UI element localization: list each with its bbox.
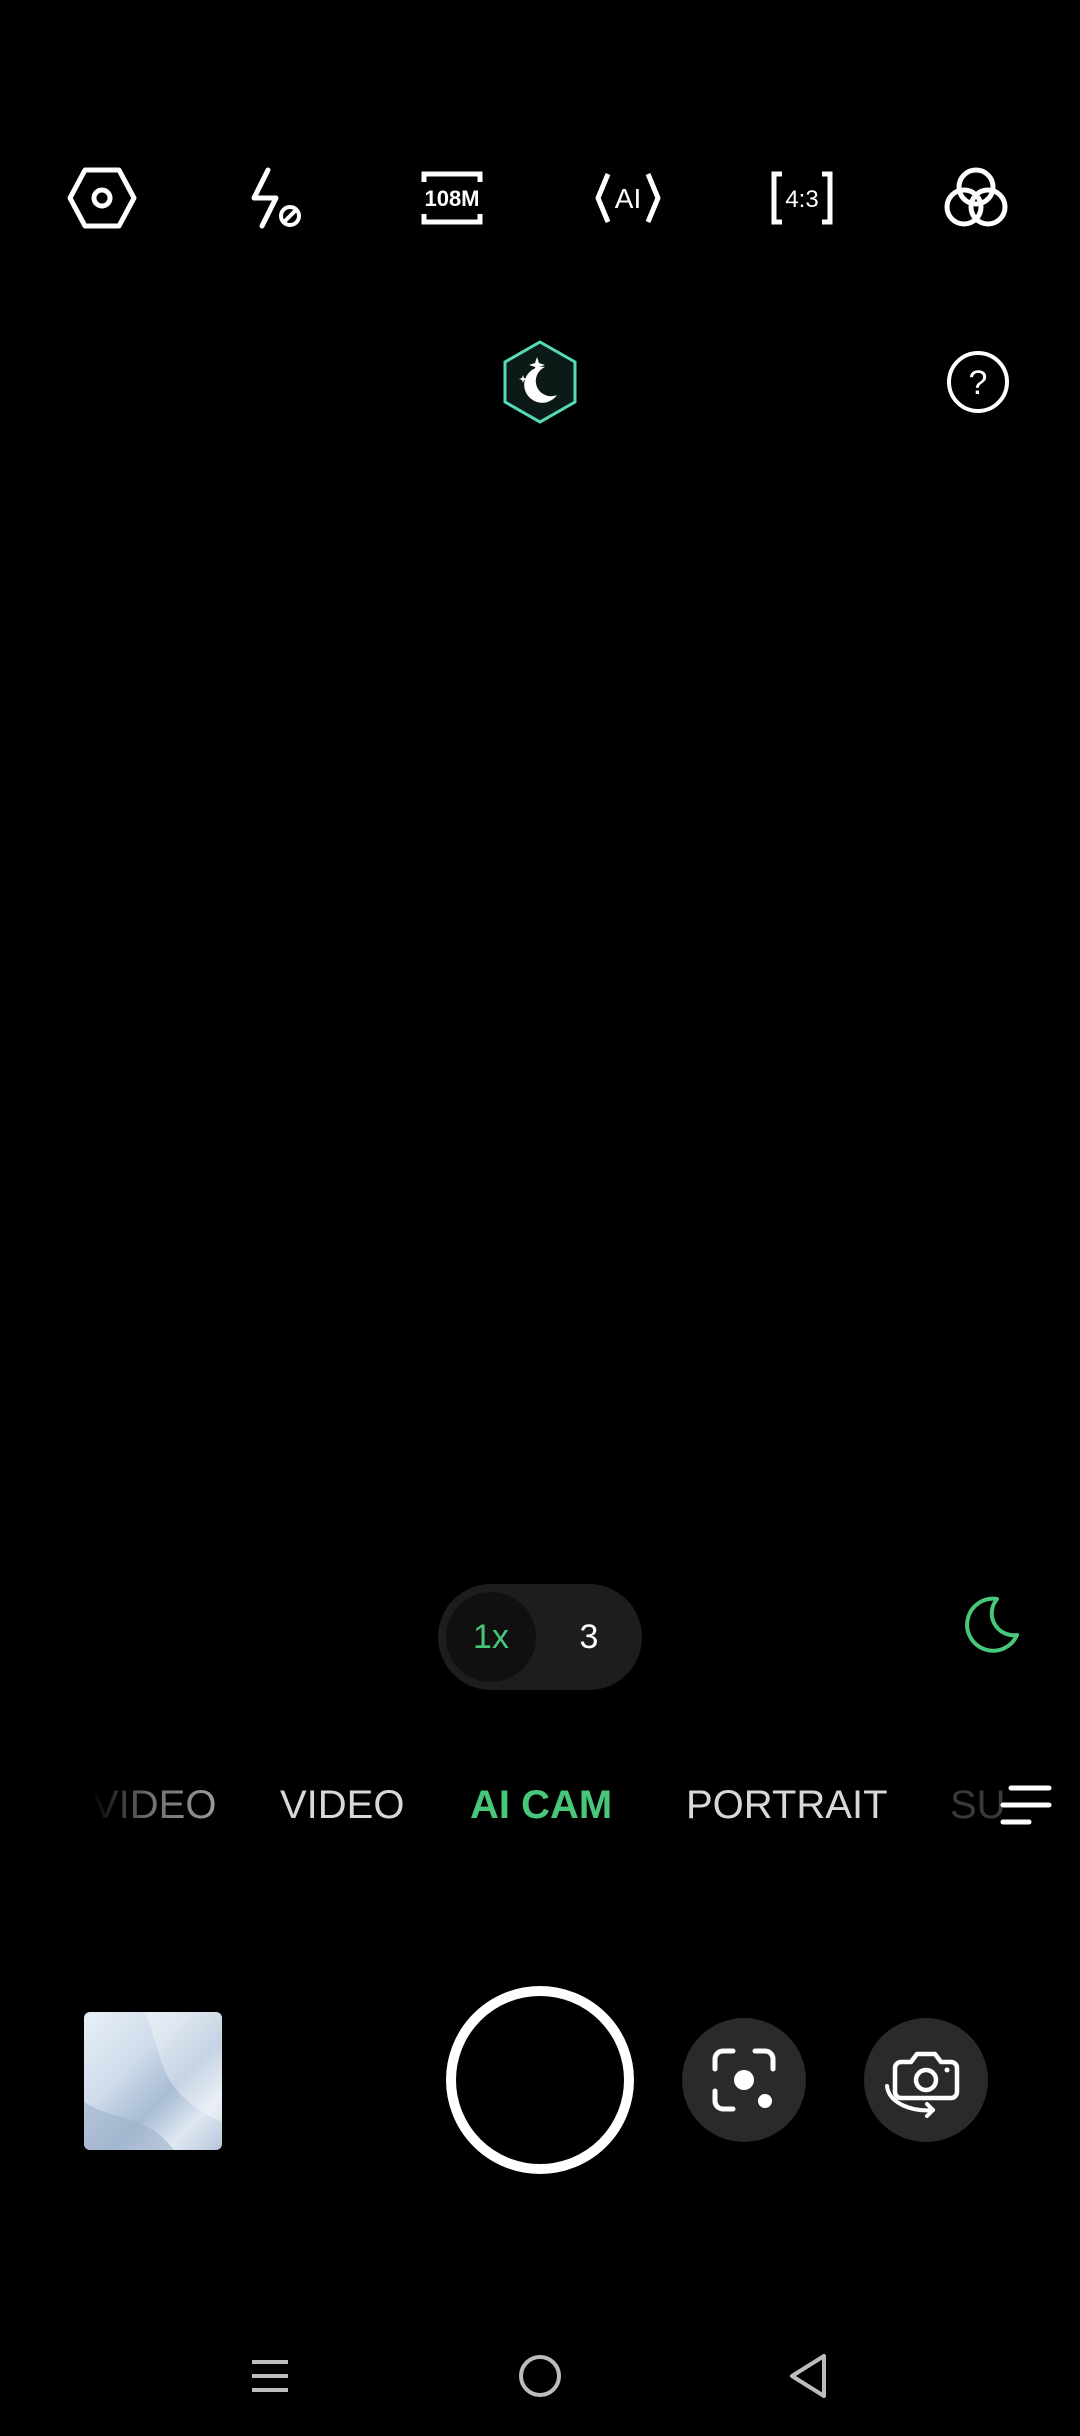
aspect-ratio-label: 4:3 [785,186,818,213]
shutter-button[interactable] [446,1986,634,2174]
ai-scene-button[interactable]: AI [588,158,668,238]
zoom-option-3x[interactable]: 3 [544,1592,634,1682]
resolution-label: 108M [424,186,479,211]
mode-ai-cam[interactable]: AI CAM [470,1770,612,1840]
ai-scene-icon: AI [595,173,661,223]
settings-hexagon-icon [67,167,137,229]
help-button[interactable]: ? [938,342,1018,422]
mode-video-slowmo[interactable]: VIDEO [92,1770,216,1840]
zoom-option-1x[interactable]: 1x [446,1592,536,1682]
zoom-option-label: 3 [579,1617,599,1656]
moon-icon [965,1596,1019,1653]
filters-icon [944,167,1008,227]
flash-off-icon [251,167,301,229]
switch-camera-icon [885,2051,960,2118]
resolution-108m-icon: 108M [421,171,483,225]
aspect-ratio-button[interactable]: 4:3 [762,158,842,238]
gallery-thumbnail[interactable] [84,2012,222,2150]
recent-apps-icon [252,2360,288,2392]
filters-button[interactable] [936,158,1016,238]
ai-label: AI [615,183,641,214]
help-label: ? [969,364,988,402]
zoom-selector: 1x 3 [438,1584,642,1690]
more-modes-button[interactable] [986,1765,1066,1845]
switch-camera-button[interactable] [864,2018,988,2142]
aspect-ratio-icon: 4:3 [771,171,833,225]
settings-button[interactable] [62,158,142,238]
back-icon [790,2354,826,2398]
thumbnail-image [84,2012,222,2150]
lens-button[interactable] [682,2018,806,2142]
flash-button[interactable] [236,158,316,238]
home-button[interactable] [500,2336,580,2416]
mode-video[interactable]: VIDEO [280,1770,404,1840]
help-icon: ? [947,351,1009,413]
night-mode-badge[interactable] [498,338,582,426]
menu-lines-icon [1000,1785,1052,1825]
zoom-option-label: 1x [473,1617,509,1656]
home-icon [519,2355,561,2397]
night-mode-hexagon-icon [503,340,577,424]
resolution-button[interactable]: 108M [412,158,492,238]
mode-strip: VIDEO VIDEO AI CAM PORTRAIT SU [0,1770,1080,1840]
back-button[interactable] [768,2336,848,2416]
recent-apps-button[interactable] [230,2336,310,2416]
night-indicator-button[interactable] [950,1584,1030,1664]
google-lens-icon [712,2048,776,2112]
mode-portrait[interactable]: PORTRAIT [686,1770,888,1840]
